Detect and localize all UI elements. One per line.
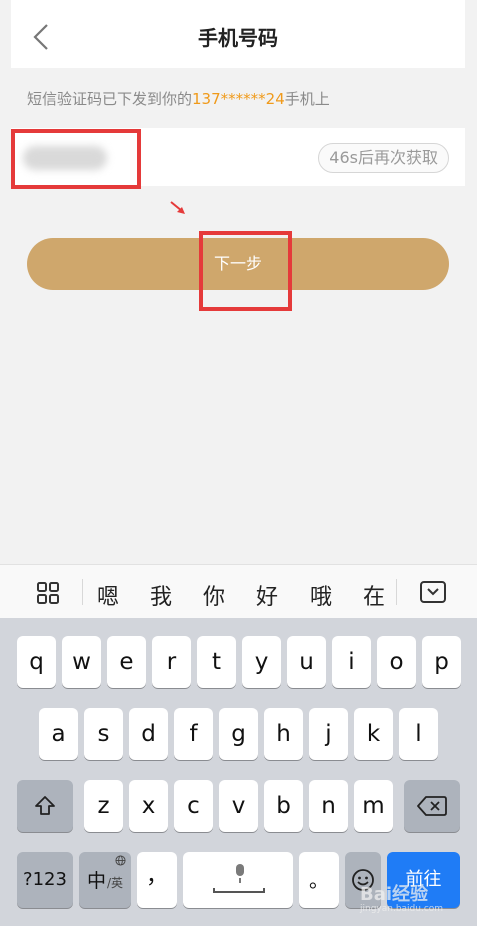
candidate-separator xyxy=(396,579,397,605)
key-r[interactable]: r xyxy=(152,636,191,688)
resend-code-button[interactable]: 46s后再次获取 xyxy=(318,143,449,173)
language-main-label: 中 xyxy=(87,870,107,892)
key-y[interactable]: y xyxy=(242,636,281,688)
nav-header: 手机号码 xyxy=(11,0,465,68)
key-t[interactable]: t xyxy=(197,636,236,688)
key-j[interactable]: j xyxy=(309,708,348,760)
grid-menu-icon[interactable] xyxy=(36,581,60,605)
key-x[interactable]: x xyxy=(129,780,168,832)
shift-icon xyxy=(35,796,55,815)
backspace-icon xyxy=(417,796,447,816)
key-h[interactable]: h xyxy=(264,708,303,760)
numbers-key[interactable]: ?123 xyxy=(17,852,73,908)
key-b[interactable]: b xyxy=(264,780,303,832)
annotation-arrow-icon xyxy=(170,201,185,214)
period-key[interactable]: 。 xyxy=(299,852,339,908)
key-i[interactable]: i xyxy=(332,636,371,688)
microphone-stand xyxy=(239,878,241,883)
key-n[interactable]: n xyxy=(309,780,348,832)
comma-key[interactable]: ， xyxy=(137,852,177,908)
globe-icon xyxy=(115,855,126,866)
key-p[interactable]: p xyxy=(422,636,461,688)
candidate-word[interactable]: 你 xyxy=(203,579,225,611)
annotation-box-next xyxy=(199,231,292,311)
microphone-icon xyxy=(236,864,244,876)
baidu-watermark: Bai经验 xyxy=(360,884,429,905)
key-g[interactable]: g xyxy=(219,708,258,760)
key-v[interactable]: v xyxy=(219,780,258,832)
key-s[interactable]: s xyxy=(84,708,123,760)
key-l[interactable]: l xyxy=(399,708,438,760)
space-key[interactable] xyxy=(183,852,293,908)
annotation-box-code xyxy=(11,129,141,189)
page-title: 手机号码 xyxy=(198,26,278,50)
sms-sent-note: 短信验证码已下发到你的137******24手机上 xyxy=(27,88,330,109)
candidate-word[interactable]: 哦 xyxy=(310,579,332,611)
candidate-word[interactable]: 好 xyxy=(256,579,278,611)
language-sub-label: /英 xyxy=(107,876,124,890)
sms-note-suffix: 手机上 xyxy=(284,90,330,108)
key-e[interactable]: e xyxy=(107,636,146,688)
candidate-word[interactable]: 嗯 xyxy=(97,579,119,611)
key-z[interactable]: z xyxy=(84,780,123,832)
key-o[interactable]: o xyxy=(377,636,416,688)
keyboard-hide-icon[interactable] xyxy=(420,581,446,603)
key-u[interactable]: u xyxy=(287,636,326,688)
key-f[interactable]: f xyxy=(174,708,213,760)
key-q[interactable]: q xyxy=(17,636,56,688)
backspace-key[interactable] xyxy=(404,780,460,832)
sms-note-prefix: 短信验证码已下发到你的 xyxy=(27,90,193,108)
key-k[interactable]: k xyxy=(354,708,393,760)
key-c[interactable]: c xyxy=(174,780,213,832)
candidate-word[interactable]: 我 xyxy=(150,579,172,611)
baidu-watermark-url: jingyan.baidu.com xyxy=(360,904,444,914)
language-toggle-key[interactable]: 中 /英 xyxy=(79,852,131,908)
key-m[interactable]: m xyxy=(354,780,393,832)
candidate-word[interactable]: 在 xyxy=(363,579,385,611)
ime-candidate-bar: 嗯 我 你 好 哦 在 xyxy=(0,564,477,619)
shift-key[interactable] xyxy=(17,780,73,832)
space-bar-icon xyxy=(213,888,265,893)
key-a[interactable]: a xyxy=(39,708,78,760)
masked-phone-number: 137******24 xyxy=(192,90,285,108)
candidate-separator xyxy=(82,579,83,605)
key-d[interactable]: d xyxy=(129,708,168,760)
key-w[interactable]: w xyxy=(62,636,101,688)
